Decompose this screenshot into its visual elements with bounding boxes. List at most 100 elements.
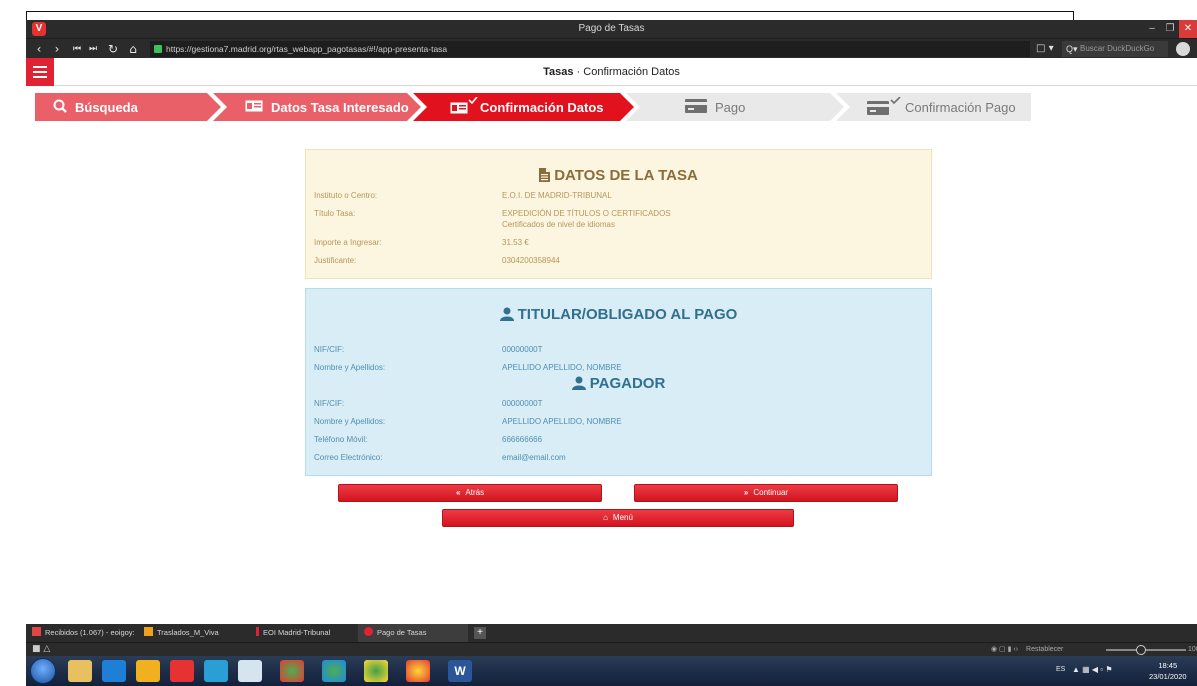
step-datos-tasa-interesado[interactable]: Datos Tasa Interesado [245,93,409,121]
credit-card-check-icon [867,95,901,118]
app-header: Tasas · Confirmación Datos [26,58,1197,86]
double-chevron-left-icon: « [455,488,461,497]
menu-button[interactable]: ⌂ Menú [442,509,794,527]
outlook-icon[interactable] [102,660,126,682]
word-icon[interactable]: W [448,660,472,682]
home-icon[interactable]: ⌂ [126,41,140,57]
windows-start-button[interactable] [30,658,56,684]
window-title: Pago de Tasas [578,23,645,34]
chrome-icon-3[interactable] [364,660,388,682]
capture-icon[interactable]: ◉ ▢ ▮ ‹› [991,646,1018,653]
tasa-label: Título Tasa: [314,209,356,218]
tab-traslados[interactable]: Traslados_M_Viva [144,624,244,642]
titular-heading: TITULAR/OBLIGADO AL PAGO [306,306,931,325]
address-toolbar: ‹ › ⏮ ⏭ ↻ ⌂ https://gestiona7.madrid.org… [26,38,1197,58]
chrome-icon-2[interactable] [322,660,346,682]
app-icon[interactable] [204,660,228,682]
frame-border-right [1073,11,1074,20]
pagador-value: email@email.com [502,453,566,462]
datos-tasa-title: DATOS DE LA TASA [554,167,698,184]
bookmark-icon[interactable]: □ ▾ [1036,41,1054,57]
new-tab-icon[interactable]: + [474,627,486,639]
pagador-label: Correo Electrónico: [314,453,383,462]
step-confirmacion-pago[interactable]: Confirmación Pago [867,93,1016,121]
notepad-icon[interactable] [238,660,262,682]
screen: V Pago de Tasas – ❐ ✕ ‹ › ⏮ ⏭ ↻ ⌂ https:… [0,0,1197,686]
minimize-icon[interactable]: – [1143,20,1161,38]
forward-icon[interactable]: › [50,41,64,57]
language-indicator[interactable]: ES [1056,666,1065,673]
titular-value: APELLIDO APELLIDO, NOMBRE [502,363,622,372]
mail-icon [32,627,41,636]
zoom-reset-label[interactable]: Restablecer [1026,646,1063,653]
continue-button-label: Continuar [753,488,789,497]
tasa-value: EXPEDICIÓN DE TÍTULOS O CERTIFICADOS [502,209,671,218]
home-icon: ⌂ [603,513,608,522]
panel-toggle-icon[interactable]: ■ △ [32,643,50,656]
back-button[interactable]: « Atrás [338,484,602,502]
tab-label: Traslados_M_Viva [157,628,219,637]
reload-icon[interactable]: ↻ [106,41,120,57]
datos-tasa-panel: DATOS DE LA TASA Instituto o Centro: E.O… [305,149,932,279]
back-icon[interactable]: ‹ [32,41,46,57]
id-card-icon [245,100,263,115]
status-tools: ◉ ▢ ▮ ‹› Restablecer [991,643,1063,656]
vivaldi-icon[interactable] [170,660,194,682]
document-icon [539,168,551,186]
continue-button[interactable]: » Continuar [634,484,898,502]
site-icon [256,627,259,636]
restore-icon[interactable]: ❐ [1161,20,1179,38]
tab-eoi-madrid[interactable]: EOI Madrid-Tribunal [256,624,356,642]
step-busqueda[interactable]: Búsqueda [53,93,138,121]
id-card-check-icon [450,95,478,118]
zoom-slider-thumb[interactable] [1136,645,1146,655]
sheets-icon[interactable] [136,660,160,682]
search-icon [53,99,67,116]
tasa-label: Justificante: [314,256,357,265]
clock-time: 18:45 [1158,661,1178,670]
url-field[interactable]: https://gestiona7.madrid.org/rtas_webapp… [150,41,1030,57]
titular-label: Nombre y Apellidos: [314,363,386,372]
tasa-label: Instituto o Centro: [314,191,378,200]
fast-forward-icon[interactable]: ⏭ [86,41,100,57]
chrome-icon-4[interactable] [406,660,430,682]
tasa-label: Importe a Ingresar: [314,238,382,247]
user-icon [499,307,514,325]
explorer-icon[interactable] [68,660,92,682]
datos-tasa-heading: DATOS DE LA TASA [306,167,931,186]
zoom-slider[interactable] [1106,649,1186,651]
step-label: Pago [715,99,746,115]
frame-border-left [26,11,27,20]
rewind-icon[interactable]: ⏮ [70,41,84,57]
page-title: Tasas · Confirmación Datos [26,66,1197,78]
titular-label: NIF/CIF: [314,345,345,354]
profile-icon[interactable] [1176,42,1190,56]
pagador-value: 666666666 [502,435,543,444]
search-field[interactable]: Q▾ Buscar DuckDuckGo [1062,41,1168,57]
tab-pago-de-tasas[interactable]: Pago de Tasas [358,624,468,642]
chrome-icon[interactable] [280,660,304,682]
frame-border-top [26,11,1073,12]
tasa-value-subtitle: Certificados de nivel de idiomas [502,220,615,229]
titular-pagador-panel: TITULAR/OBLIGADO AL PAGO NIF/CIF: 000000… [305,288,932,476]
credit-card-icon [685,98,707,116]
browser-status-bar: ■ △ ◉ ▢ ▮ ‹› Restablecer 100 [26,642,1197,656]
tray-icons[interactable]: ▲ ▦ ◀ ▫ ⚑ [1072,665,1113,674]
tasa-value: E.O.I. DE MADRID-TRIBUNAL [502,191,612,200]
titular-title: TITULAR/OBLIGADO AL PAGO [517,306,738,323]
close-icon[interactable]: ✕ [1179,20,1197,38]
back-button-label: Atrás [465,488,485,497]
pagador-label: NIF/CIF: [314,399,345,408]
pagador-heading: PAGADOR [306,375,931,394]
step-pago[interactable]: Pago [685,93,745,121]
pagador-title: PAGADOR [589,375,666,392]
pagador-label: Nombre y Apellidos: [314,417,386,426]
page-title-bold: Tasas [543,66,574,78]
system-clock[interactable]: 18:45 23/01/2020 [1149,660,1187,682]
pagador-value: 00000000T [502,399,543,408]
main-content: DATOS DE LA TASA Instituto o Centro: E.O… [305,149,932,476]
step-confirmacion-datos[interactable]: Confirmación Datos [450,93,604,121]
tasa-value: 0304200358944 [502,256,560,265]
tab-label: Pago de Tasas [377,628,427,637]
tab-recibidos[interactable]: Recibidos (1.067) - eoigoy: [32,624,142,642]
